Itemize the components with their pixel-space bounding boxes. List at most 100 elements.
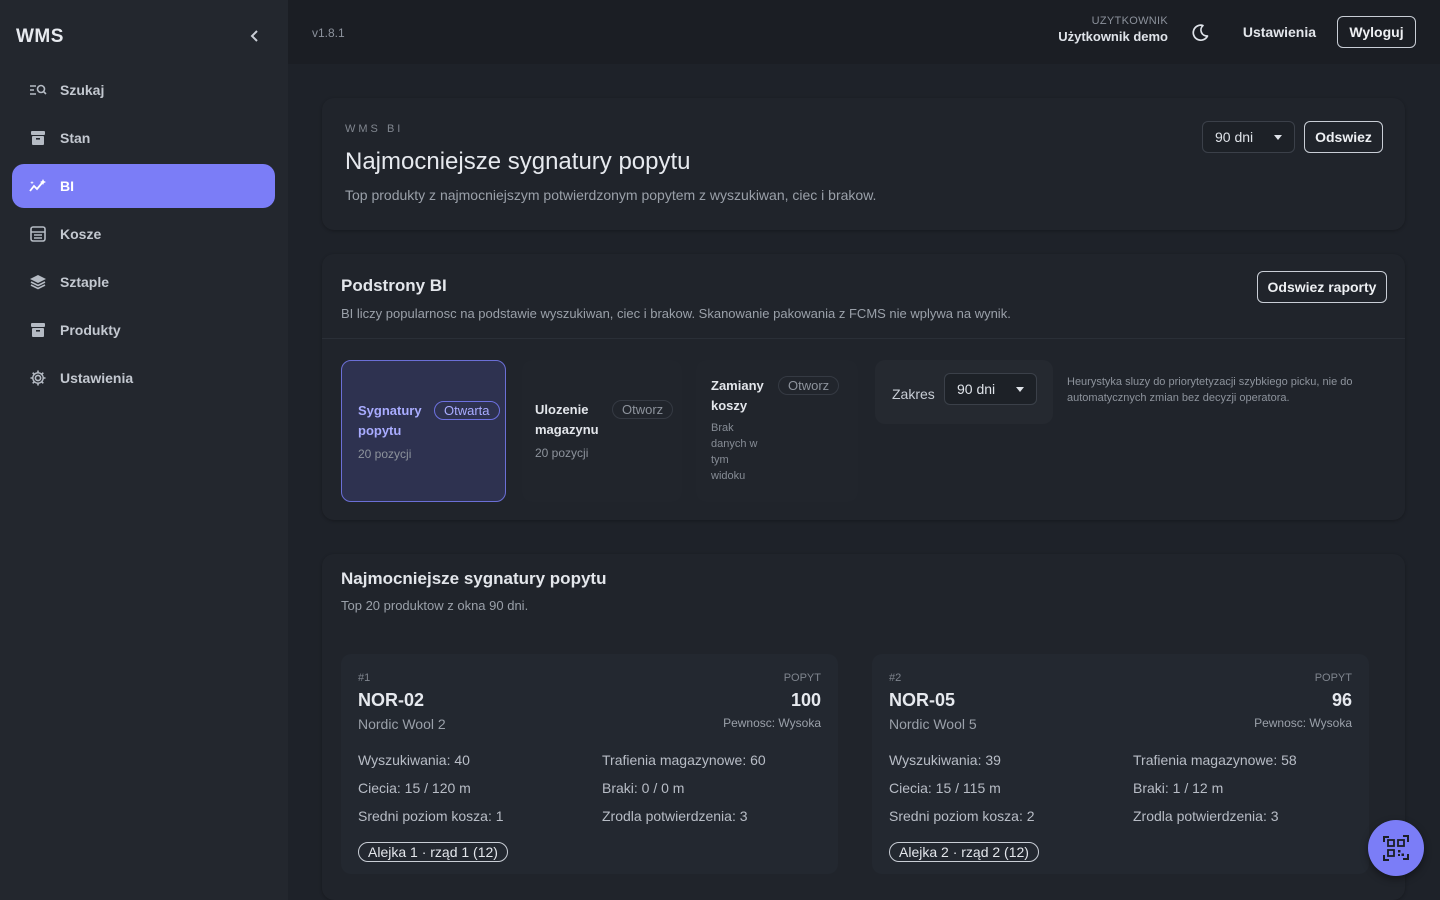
search-list-icon bbox=[28, 80, 48, 100]
scan-fab-button[interactable] bbox=[1368, 820, 1424, 876]
refresh-button[interactable]: Odswiez bbox=[1304, 121, 1383, 153]
tile-name: Ulozenie magazynu bbox=[535, 400, 599, 440]
tile-name-line: Ulozenie bbox=[535, 402, 589, 417]
sidebar-item-label: Szukaj bbox=[60, 82, 105, 98]
sidebar-item-label: Sztaple bbox=[60, 274, 110, 290]
stat-hits: Trafienia magazynowe: 58 bbox=[1133, 752, 1297, 768]
gear-icon bbox=[28, 368, 48, 388]
user-label: UZYTKOWNIK bbox=[1091, 15, 1168, 27]
caret-down-icon bbox=[1274, 135, 1282, 140]
product-card[interactable]: #2 NOR-05 Nordic Wool 5 POPYT 96 Pewnosc… bbox=[872, 654, 1369, 874]
stat-searches: Wyszukiwania: 40 bbox=[358, 752, 470, 768]
sidebar-item-label: Ustawienia bbox=[60, 370, 134, 386]
sidebar-item-label: Stan bbox=[60, 130, 91, 146]
qr-scan-icon bbox=[1383, 835, 1409, 861]
range-label: Zakres bbox=[892, 386, 935, 402]
collapse-sidebar-button[interactable] bbox=[244, 26, 266, 46]
note-line: danych w bbox=[711, 438, 758, 450]
caret-down-icon bbox=[1016, 387, 1024, 392]
archive-icon bbox=[28, 128, 48, 148]
page-subtitle: Top produkty z najmocniejszym potwierdzo… bbox=[345, 187, 877, 203]
open-badge[interactable]: Otworz bbox=[612, 400, 674, 419]
moon-icon bbox=[1192, 24, 1209, 41]
sidebar-item-bi[interactable]: BI bbox=[12, 164, 275, 208]
topbar: v1.8.1 UZYTKOWNIK Użytkownik demo Ustawi… bbox=[288, 0, 1440, 64]
demand-score: 100 bbox=[790, 690, 821, 710]
sidebar: WMS Szukaj Stan BI Kosze Sztaple Produkt… bbox=[0, 0, 288, 900]
product-rank: #2 bbox=[889, 672, 902, 684]
tile-name-line: magazynu bbox=[535, 422, 599, 437]
sidebar-item-szukaj[interactable]: Szukaj bbox=[12, 68, 275, 112]
confidence: Pewnosc: Wysoka bbox=[1254, 716, 1352, 730]
stat-hits: Trafienia magazynowe: 60 bbox=[602, 752, 766, 768]
location-chip[interactable]: Alejka 1 · rząd 1 (12) bbox=[358, 842, 508, 862]
app-version: v1.8.1 bbox=[312, 26, 345, 40]
note-line: widoku bbox=[711, 470, 746, 482]
page-title: Najmocniejsze sygnatury popytu bbox=[345, 148, 691, 175]
basket-grid-icon bbox=[28, 224, 48, 244]
note-line: tym bbox=[711, 454, 729, 466]
tile-name-line: koszy bbox=[711, 398, 748, 413]
tile-name: Zamiany koszy bbox=[711, 376, 764, 416]
tile-name-line: popytu bbox=[358, 423, 402, 438]
subpage-tile-basket-swaps[interactable]: Zamiany koszy Otworz Brak danych w tym w… bbox=[696, 360, 858, 502]
user-name: Użytkownik demo bbox=[1058, 29, 1168, 44]
box-icon bbox=[28, 320, 48, 340]
sidebar-item-ustawienia[interactable]: Ustawienia bbox=[12, 356, 275, 400]
product-rank: #1 bbox=[358, 672, 371, 684]
sidebar-item-sztaple[interactable]: Sztaple bbox=[12, 260, 275, 304]
section-subtitle: Top 20 produktow z okna 90 dni. bbox=[341, 598, 529, 613]
brand-logo: WMS bbox=[16, 26, 64, 47]
sidebar-item-kosze[interactable]: Kosze bbox=[12, 212, 275, 256]
stat-shortages: Braki: 0 / 0 m bbox=[602, 780, 685, 796]
subpage-tile-warehouse-layout[interactable]: Ulozenie magazynu Otworz 20 pozycji bbox=[522, 360, 682, 502]
chevron-left-icon bbox=[250, 30, 258, 42]
range-select-value: 90 dni bbox=[1215, 129, 1254, 145]
tile-name-line: Sygnatury bbox=[358, 403, 422, 418]
tile-name: Sygnatury popytu bbox=[358, 401, 422, 441]
product-code: NOR-02 bbox=[358, 690, 425, 710]
refresh-reports-button[interactable]: Odswiez raporty bbox=[1257, 271, 1387, 303]
status-badge: Otwarta bbox=[434, 401, 500, 420]
sidebar-item-produkty[interactable]: Produkty bbox=[12, 308, 275, 352]
stat-searches: Wyszukiwania: 39 bbox=[889, 752, 1001, 768]
stat-avg-level: Sredni poziom kosza: 2 bbox=[889, 808, 1035, 824]
range-select[interactable]: 90 dni bbox=[944, 373, 1037, 405]
open-badge[interactable]: Otworz bbox=[778, 376, 840, 395]
range-select[interactable]: 90 dni bbox=[1202, 121, 1295, 153]
layers-icon bbox=[28, 272, 48, 292]
tile-count: 20 pozycji bbox=[535, 446, 589, 460]
sidebar-nav: Szukaj Stan BI Kosze Sztaple Produkty Us… bbox=[12, 68, 275, 404]
sidebar-item-label: Produkty bbox=[60, 322, 121, 338]
product-card[interactable]: #1 NOR-02 Nordic Wool 2 POPYT 100 Pewnos… bbox=[341, 654, 838, 874]
chart-sparkle-icon bbox=[28, 176, 48, 196]
demand-label: POPYT bbox=[783, 672, 821, 684]
note-line: Brak bbox=[711, 422, 734, 434]
product-code: NOR-05 bbox=[889, 690, 956, 710]
tile-count: 20 pozycji bbox=[358, 447, 412, 461]
sidebar-item-stan[interactable]: Stan bbox=[12, 116, 275, 160]
stat-cuts: Ciecia: 15 / 120 m bbox=[358, 780, 471, 796]
hero-card: WMS BI Najmocniejsze sygnatury popytu To… bbox=[322, 98, 1405, 230]
tile-name-line: Zamiany bbox=[711, 378, 764, 393]
range-panel: Zakres 90 dni bbox=[875, 360, 1053, 424]
sidebar-item-label: BI bbox=[60, 178, 74, 194]
theme-toggle-button[interactable] bbox=[1190, 23, 1210, 43]
demand-label: POPYT bbox=[1314, 672, 1352, 684]
top-signatures-card: Najmocniejsze sygnatury popytu Top 20 pr… bbox=[322, 554, 1405, 900]
hero-overline: WMS BI bbox=[345, 123, 404, 135]
tile-empty-note: Brak danych w tym widoku bbox=[711, 420, 757, 484]
settings-link[interactable]: Ustawienia bbox=[1243, 24, 1316, 40]
section-description: BI liczy popularnosc na podstawie wyszuk… bbox=[341, 306, 1011, 321]
stat-cuts: Ciecia: 15 / 115 m bbox=[889, 780, 1001, 796]
location-chip[interactable]: Alejka 2 · rząd 2 (12) bbox=[889, 842, 1039, 862]
sidebar-item-label: Kosze bbox=[60, 226, 102, 242]
logout-button[interactable]: Wyloguj bbox=[1337, 16, 1416, 48]
stat-sources: Zrodla potwierdzenia: 3 bbox=[602, 808, 748, 824]
product-name: Nordic Wool 5 bbox=[889, 716, 977, 732]
section-title: Najmocniejsze sygnatury popytu bbox=[341, 569, 607, 588]
bi-subpages-card: Podstrony BI BI liczy popularnosc na pod… bbox=[322, 254, 1405, 520]
subpage-tile-demand-signatures[interactable]: Sygnatury popytu Otwarta 20 pozycji bbox=[341, 360, 506, 502]
heuristic-note: Heurystyka sluzy do priorytetyzacji szyb… bbox=[1067, 376, 1353, 404]
demand-score: 96 bbox=[1331, 690, 1352, 710]
